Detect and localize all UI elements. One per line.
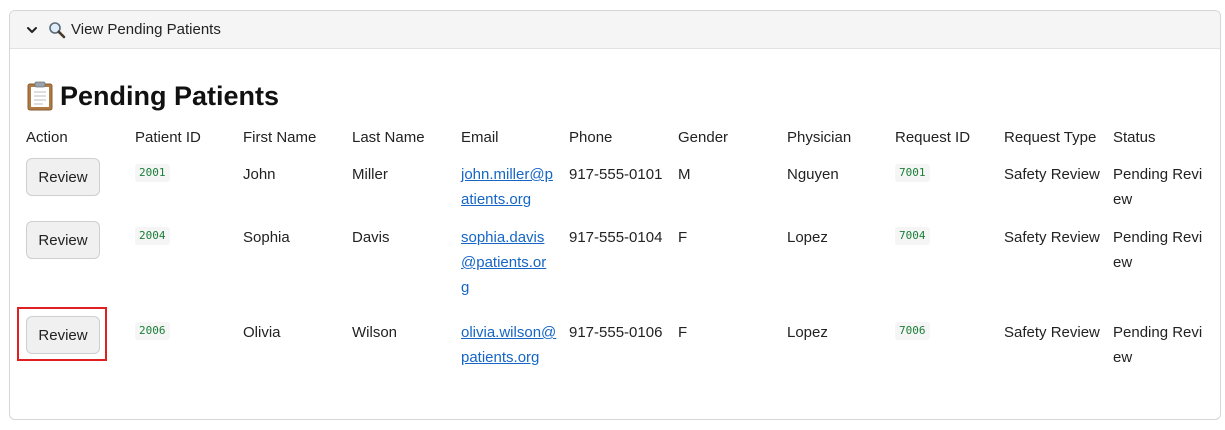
email-link[interactable]: john.miller@patients.org — [461, 166, 553, 208]
pending-patients-expander: View Pending Patients Pending Patients A… — [9, 10, 1221, 420]
request-type: Safety Review — [1004, 166, 1100, 183]
chevron-down-icon — [27, 26, 37, 33]
column-header: First Name — [243, 129, 317, 146]
email-link[interactable]: sophia.davis@patients.org — [461, 229, 546, 296]
column-header: Action — [26, 129, 68, 146]
column-header: Last Name — [352, 129, 425, 146]
status: Pending Review — [1113, 229, 1203, 271]
patient-id: 2006 — [135, 322, 170, 340]
table-row: Review 2006 Olivia Wilson olivia.wilson@… — [17, 307, 1216, 370]
last-name: Miller — [352, 166, 388, 183]
phone: 917-555-0104 — [569, 229, 663, 246]
pending-patients-table: Action Patient ID First Name Last Name E… — [17, 124, 1216, 370]
gender: F — [678, 324, 688, 341]
status: Pending Review — [1113, 166, 1203, 208]
table-header-row: Action Patient ID First Name Last Name E… — [26, 124, 1216, 152]
gender: M — [678, 166, 691, 183]
page-title: Pending Patients — [60, 80, 280, 111]
phone: 917-555-0106 — [569, 324, 663, 341]
column-header: Request ID — [895, 129, 971, 146]
patient-id: 2004 — [135, 227, 170, 245]
status: Pending Review — [1113, 324, 1203, 366]
review-button[interactable]: Review — [26, 221, 100, 259]
column-header: Request Type — [1004, 129, 1097, 146]
table-row: Review 2004 Sophia Davis sophia.davis@pa… — [26, 219, 1216, 310]
first-name: Sophia — [243, 229, 290, 246]
clipboard-icon — [27, 81, 53, 111]
gender: F — [678, 229, 688, 246]
column-header: Gender — [678, 129, 729, 146]
request-id: 7001 — [895, 164, 930, 182]
review-button[interactable]: Review — [26, 158, 100, 196]
column-header: Email — [461, 129, 499, 146]
request-type: Safety Review — [1004, 324, 1100, 341]
patient-id: 2001 — [135, 164, 170, 182]
last-name: Wilson — [352, 324, 398, 341]
request-type: Safety Review — [1004, 229, 1100, 246]
first-name: John — [243, 166, 276, 183]
physician: Lopez — [787, 229, 828, 246]
column-header: Physician — [787, 129, 852, 146]
column-header: Patient ID — [135, 129, 201, 146]
expander-header[interactable]: View Pending Patients — [10, 11, 1220, 49]
physician: Lopez — [787, 324, 828, 341]
request-id: 7004 — [895, 227, 930, 245]
table-row: Review 2001 John Miller john.miller@pati… — [26, 152, 1216, 219]
phone: 917-555-0101 — [569, 166, 663, 183]
column-header: Phone — [569, 129, 613, 146]
first-name: Olivia — [243, 324, 281, 341]
physician: Nguyen — [787, 166, 839, 183]
review-button[interactable]: Review — [26, 316, 100, 354]
email-link[interactable]: olivia.wilson@patients.org — [461, 324, 556, 366]
magnifying-glass-icon — [49, 21, 66, 38]
last-name: Davis — [352, 229, 390, 246]
expander-label: View Pending Patients — [71, 21, 221, 38]
column-header: Status — [1113, 129, 1156, 146]
request-id: 7006 — [895, 322, 930, 340]
